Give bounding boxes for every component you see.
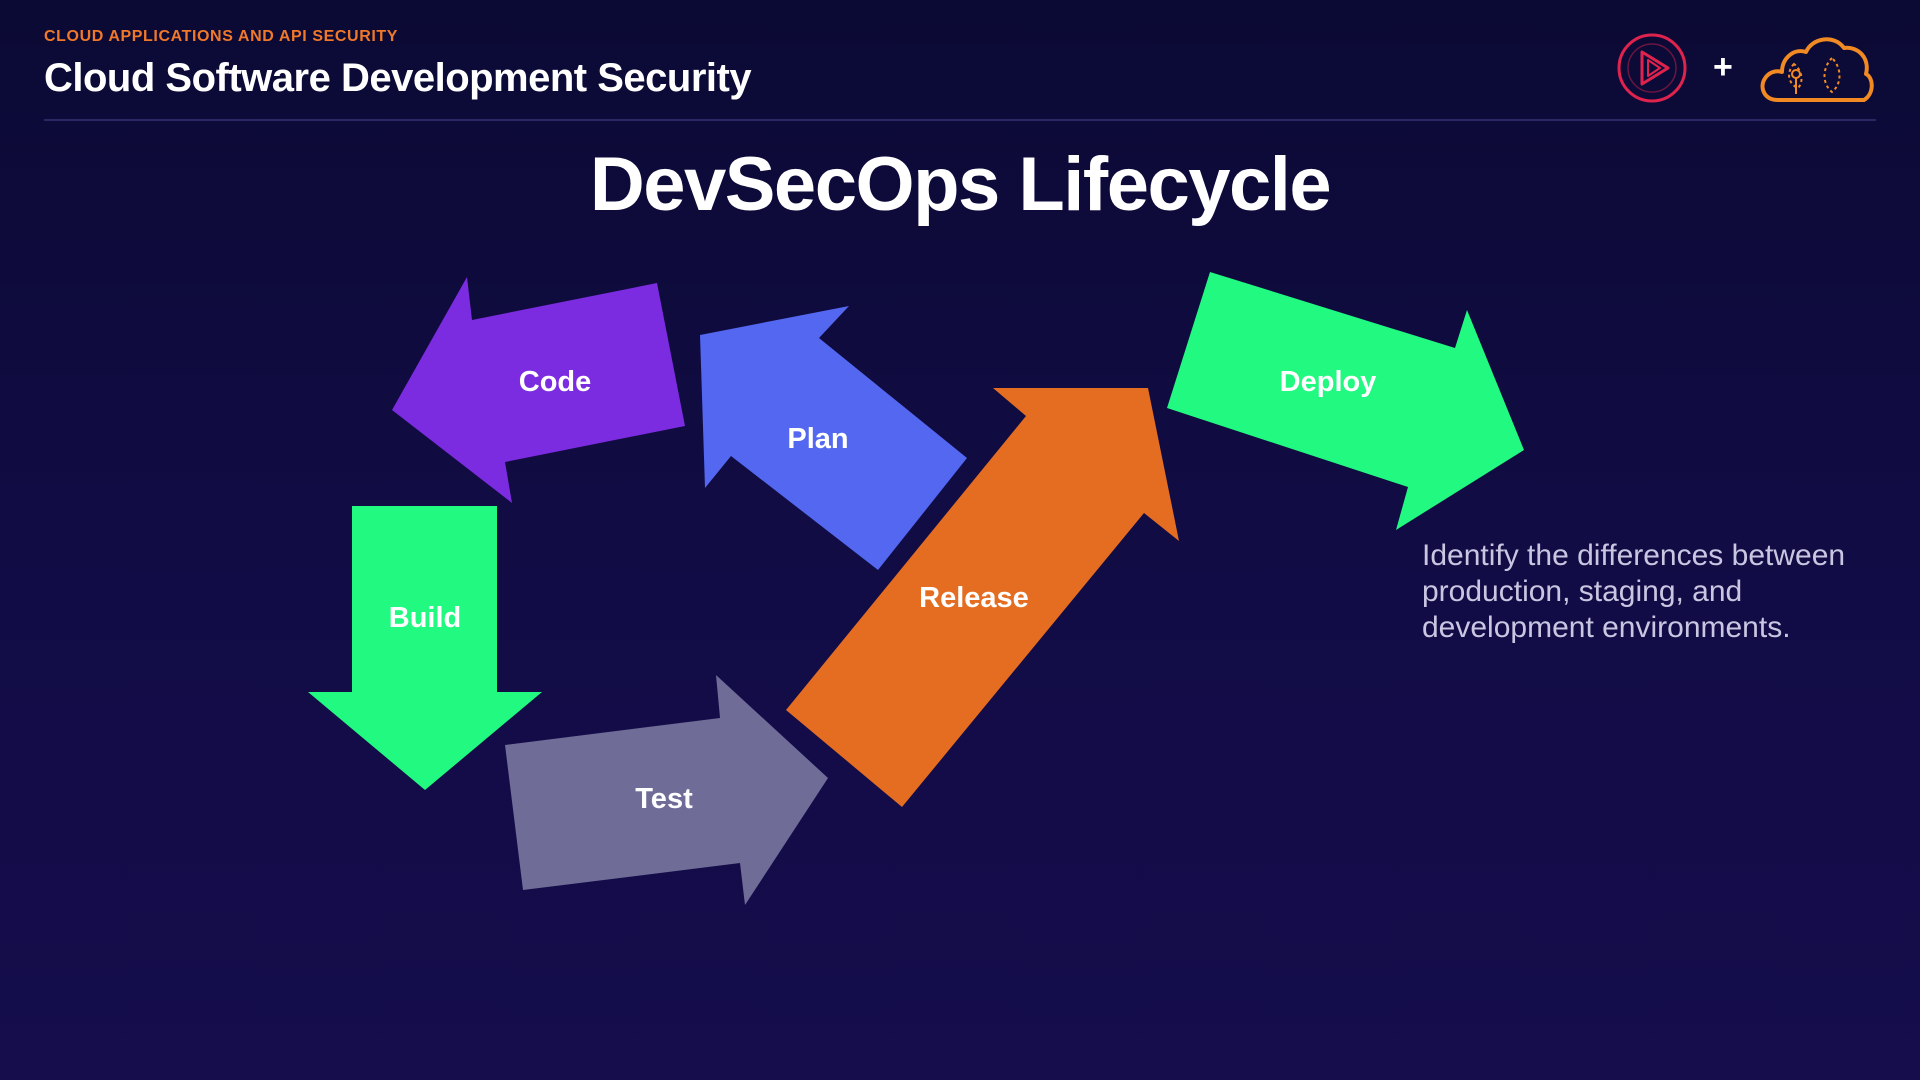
plan-label: Plan bbox=[787, 423, 848, 455]
deploy-arrow-shape bbox=[1167, 272, 1524, 530]
environments-note: Identify the differences between product… bbox=[1422, 539, 1846, 644]
test-step: Test bbox=[505, 675, 828, 905]
build-label: Build bbox=[389, 602, 462, 634]
deploy-label: Deploy bbox=[1280, 366, 1377, 398]
release-label: Release bbox=[919, 582, 1029, 614]
test-label: Test bbox=[635, 783, 693, 815]
code-step: Code bbox=[392, 277, 685, 503]
deploy-step: Deploy bbox=[1167, 272, 1524, 530]
plan-step: Plan bbox=[700, 306, 967, 570]
code-label: Code bbox=[519, 366, 592, 398]
